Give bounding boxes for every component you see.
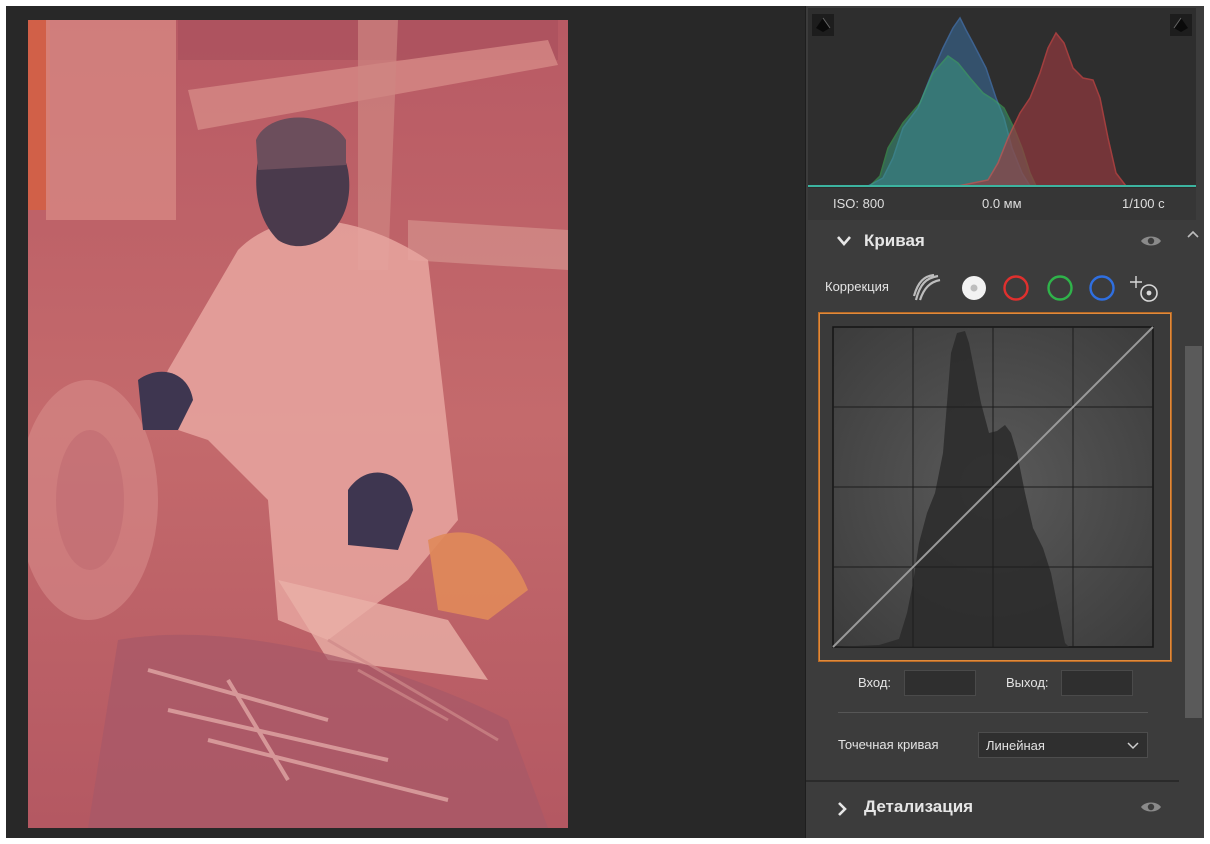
highlight-clipping-warning-icon[interactable]: [1170, 14, 1192, 36]
correction-label: Коррекция: [825, 279, 889, 294]
chevron-down-icon: [837, 236, 851, 246]
input-value-field[interactable]: [904, 670, 976, 696]
photo-preview[interactable]: [28, 20, 568, 828]
shadow-clipping-warning-icon[interactable]: [812, 14, 834, 36]
right-panel: ISO: 800 0.0 мм 1/100 с Кривая Коррекция: [806, 6, 1204, 838]
curve-section-header[interactable]: Кривая: [806, 222, 1179, 260]
blue-channel-button[interactable]: [1088, 274, 1116, 302]
rgb-point-curve-button[interactable]: [960, 274, 988, 302]
detail-section-header[interactable]: Детализация: [806, 788, 1179, 826]
targeted-adjustment-icon[interactable]: [1128, 274, 1158, 302]
shutter-speed-value: 1/100 с: [1122, 196, 1165, 211]
output-label: Выход:: [1006, 675, 1049, 690]
visibility-eye-icon[interactable]: [1140, 234, 1162, 248]
detail-section: Детализация: [806, 782, 1179, 838]
point-curve-label: Точечная кривая: [838, 737, 939, 752]
scroll-up-arrow-icon[interactable]: [1185, 228, 1201, 240]
camera-info-row: ISO: 800 0.0 мм 1/100 с: [808, 188, 1196, 220]
detail-section-title: Детализация: [864, 797, 974, 816]
histogram: [808, 8, 1196, 188]
divider-line: [838, 712, 1148, 713]
point-curve-selected-value: Линейная: [986, 738, 1045, 753]
green-channel-button[interactable]: [1046, 274, 1074, 302]
chevron-down-icon: [1127, 742, 1139, 750]
visibility-eye-icon[interactable]: [1140, 800, 1162, 814]
iso-value: ISO: 800: [833, 196, 885, 211]
output-value-field[interactable]: [1061, 670, 1133, 696]
tone-curve-editor[interactable]: [818, 312, 1172, 662]
scrollbar-thumb[interactable]: [1185, 346, 1202, 718]
parametric-curve-icon[interactable]: [912, 273, 941, 302]
focal-length-value: 0.0 мм: [982, 196, 1022, 211]
chevron-right-icon: [838, 802, 847, 816]
curve-section-title: Кривая: [864, 231, 925, 250]
point-curve-select[interactable]: Линейная: [978, 732, 1148, 758]
input-label: Вход:: [858, 675, 892, 690]
image-canvas: [6, 6, 806, 838]
red-channel-button[interactable]: [1002, 274, 1030, 302]
app-window: ISO: 800 0.0 мм 1/100 с Кривая Коррекция: [6, 6, 1204, 838]
